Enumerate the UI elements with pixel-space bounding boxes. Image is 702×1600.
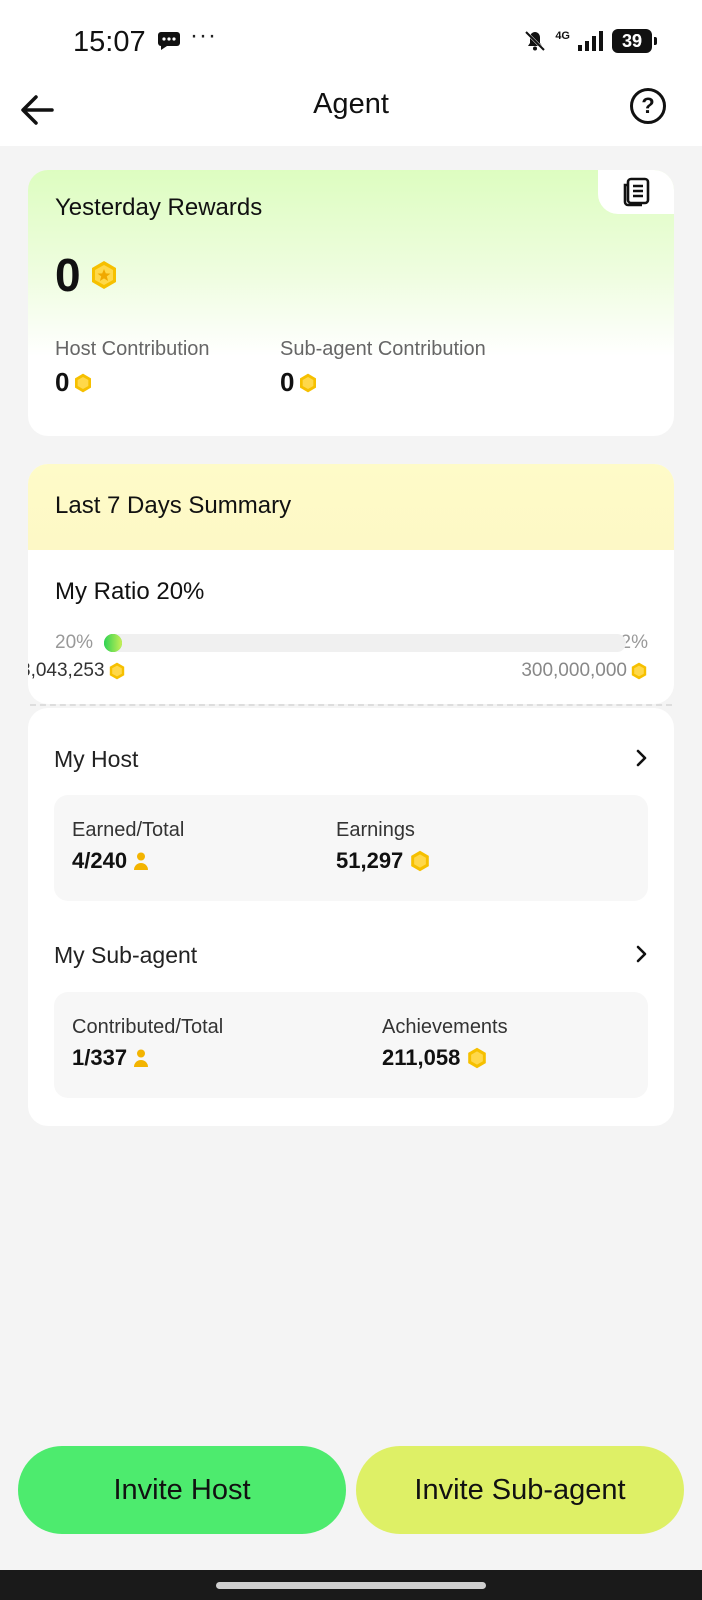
host-stats: Earned/Total 4/240 Earnings 51,297 xyxy=(54,795,648,901)
record-list-icon xyxy=(623,177,650,207)
system-nav-bar xyxy=(0,1570,702,1600)
ratio-end-value: 300,000,000 xyxy=(521,660,648,682)
ratio-start-amount: 3,043,253 xyxy=(28,660,105,681)
coin-icon xyxy=(468,1047,487,1069)
stat-label: Earned/Total xyxy=(72,819,185,841)
battery-level: 39 xyxy=(621,30,643,51)
record-button[interactable] xyxy=(598,170,674,214)
host-contribution-value: 0 xyxy=(55,367,70,397)
person-icon xyxy=(134,852,149,870)
ratio-progress-dot xyxy=(104,634,122,652)
my-subagent-label: My Sub-agent xyxy=(54,942,198,968)
my-subagent-row[interactable]: My Sub-agent xyxy=(54,934,654,974)
person-icon xyxy=(134,1049,149,1067)
message-icon xyxy=(158,32,180,50)
status-bar: 15:07 ··· 4G 39 xyxy=(0,0,702,80)
coin-icon xyxy=(109,662,124,680)
coin-icon xyxy=(411,850,430,872)
more-notifications-icon: ··· xyxy=(190,22,217,49)
chevron-right-icon xyxy=(636,945,647,963)
ratio-progress-bar xyxy=(104,634,626,652)
coin-icon xyxy=(300,373,317,392)
last-7-days-summary-card: Last 7 Days Summary My Ratio 20% 20% 22%… xyxy=(28,464,674,704)
network-type: 4G xyxy=(555,30,570,42)
summary-title: Last 7 Days Summary xyxy=(55,492,292,519)
chevron-right-icon xyxy=(636,749,647,767)
status-icons: 4G 39 xyxy=(523,28,657,54)
my-host-label: My Host xyxy=(54,746,139,772)
host-contribution: Host Contribution 0 xyxy=(55,338,210,398)
stat-value: 51,297 xyxy=(336,848,404,873)
subagent-contribution: Sub-agent Contribution 0 xyxy=(280,338,486,398)
yesterday-rewards-title: Yesterday Rewards xyxy=(55,194,263,221)
stat-label: Achievements xyxy=(382,1016,508,1038)
stat-value: 211,058 xyxy=(382,1045,461,1070)
stat-label: Earnings xyxy=(336,819,415,841)
dashed-divider xyxy=(30,704,672,706)
app-header: Agent ? xyxy=(0,80,702,146)
subagent-achievements: Achievements 211,058 xyxy=(382,1016,508,1071)
invite-host-button[interactable]: Invite Host xyxy=(18,1446,346,1534)
host-earnings: Earnings 51,297 xyxy=(336,819,431,874)
ratio-start-value: 3,043,253 xyxy=(28,660,126,682)
coin-icon xyxy=(91,261,116,289)
mute-icon xyxy=(525,30,546,52)
page-title: Agent xyxy=(313,88,389,120)
stat-value: 1/337 xyxy=(72,1045,128,1070)
help-button[interactable]: ? xyxy=(630,88,666,124)
status-time: 15:07 xyxy=(73,26,146,58)
yesterday-rewards-card: Yesterday Rewards 0 Host Contribution 0 … xyxy=(28,170,674,436)
team-card: My Host Earned/Total 4/240 Earnings 51,2… xyxy=(28,708,674,1126)
home-gesture-handle[interactable] xyxy=(216,1582,486,1589)
host-earned-total: Earned/Total 4/240 xyxy=(72,819,184,874)
my-ratio-title: My Ratio 20% xyxy=(55,578,205,605)
help-icon: ? xyxy=(641,93,655,118)
my-host-row[interactable]: My Host xyxy=(54,738,654,778)
battery-icon: 39 xyxy=(612,29,657,53)
reward-total: 0 xyxy=(55,248,119,302)
subagent-stats: Contributed/Total 1/337 Achievements 211… xyxy=(54,992,648,1098)
coin-icon xyxy=(631,662,647,680)
stat-value: 4/240 xyxy=(72,848,128,873)
ratio-end-amount: 300,000,000 xyxy=(521,660,627,681)
stat-label: Contributed/Total xyxy=(72,1016,224,1038)
ratio-start-percent: 20% xyxy=(55,632,94,653)
signal-icon xyxy=(578,31,603,51)
subagent-contribution-value: 0 xyxy=(280,367,295,397)
reward-total-value: 0 xyxy=(55,249,81,301)
host-contribution-label: Host Contribution xyxy=(55,338,210,360)
subagent-contribution-label: Sub-agent Contribution xyxy=(280,338,486,360)
invite-subagent-button[interactable]: Invite Sub-agent xyxy=(356,1446,684,1534)
coin-icon xyxy=(75,373,92,392)
subagent-contributed-total: Contributed/Total 1/337 xyxy=(72,1016,223,1071)
